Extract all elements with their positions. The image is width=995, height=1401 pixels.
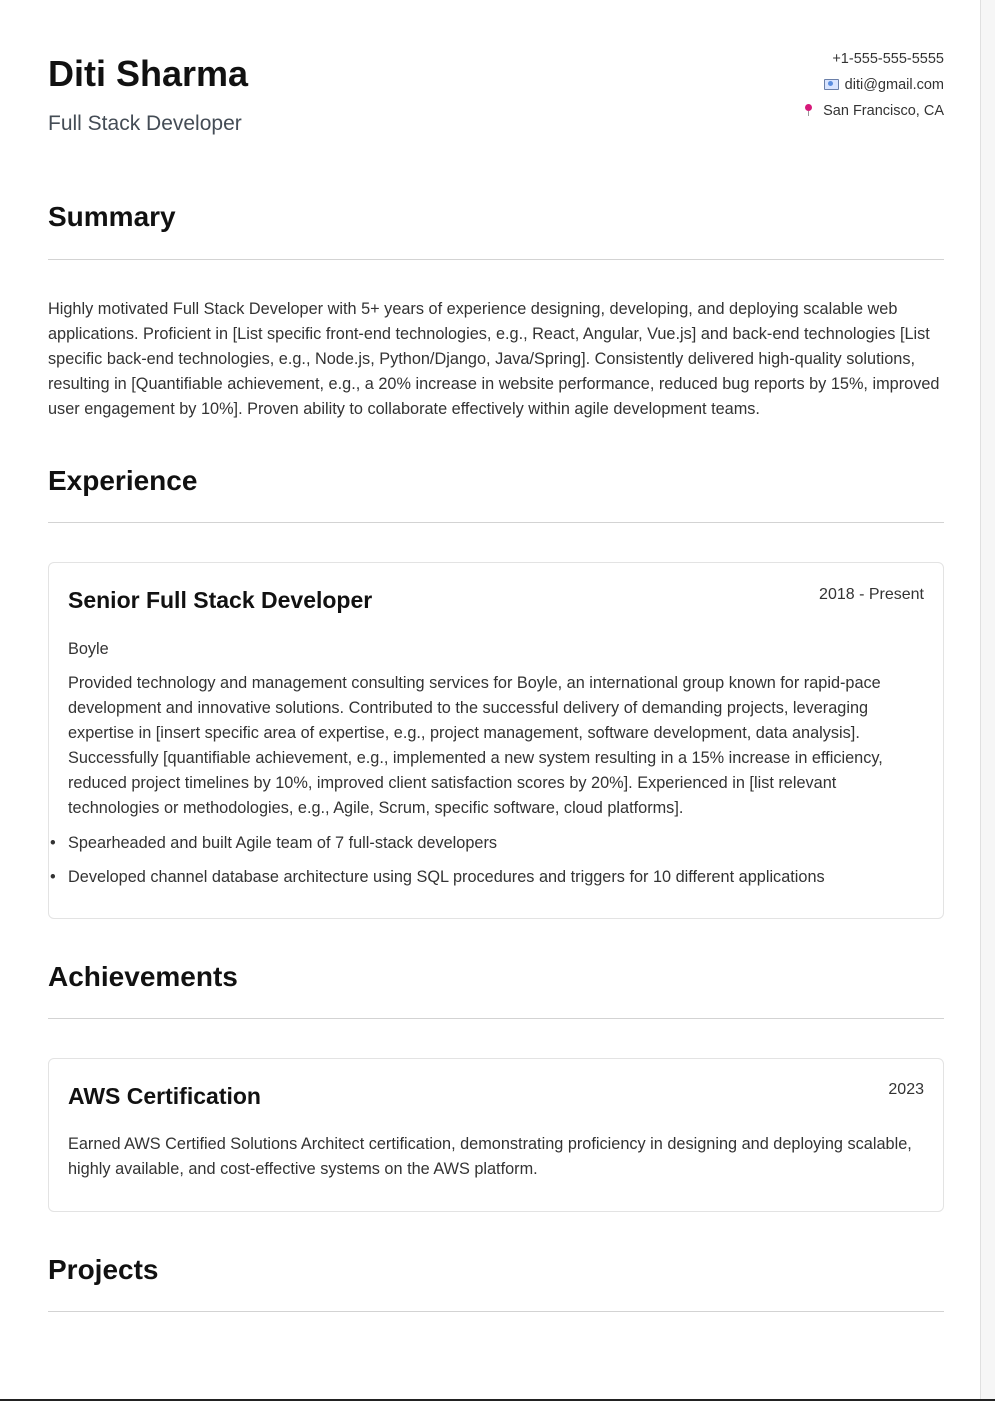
achievement-card: AWS Certification 2023 Earned AWS Certif… [48, 1058, 944, 1212]
achievement-year: 2023 [888, 1081, 924, 1098]
envelope-icon [823, 78, 839, 90]
resume-header: Diti Sharma Full Stack Developer +1-555-… [48, 50, 944, 150]
summary-text: Highly motivated Full Stack Developer wi… [48, 300, 940, 418]
candidate-title: Full Stack Developer [48, 112, 242, 135]
contact-info: +1-555-555-5555 diti@gmail.com San Franc… [805, 46, 944, 124]
phone-text: +1-555-555-5555 [832, 51, 944, 67]
achievement-description: Earned AWS Certified Solutions Architect… [68, 1135, 912, 1178]
map-pin-icon [805, 103, 813, 116]
achievements-heading: Achievements [48, 961, 238, 992]
achievement-title: AWS Certification [68, 1083, 261, 1109]
projects-divider [48, 1311, 944, 1312]
projects-heading: Projects [48, 1254, 159, 1285]
list-item: Developed channel database architecture … [50, 869, 928, 903]
experience-card: Senior Full Stack Developer 2018 - Prese… [48, 562, 944, 919]
candidate-name: Diti Sharma [48, 53, 249, 94]
email-text[interactable]: diti@gmail.com [845, 77, 944, 93]
experience-heading: Experience [48, 465, 198, 496]
summary-heading: Summary [48, 201, 176, 232]
contact-email[interactable]: diti@gmail.com [805, 72, 944, 98]
contact-location: San Francisco, CA [805, 98, 944, 124]
achievements-divider [48, 1018, 944, 1019]
company-name: Boyle [68, 640, 109, 658]
job-description: Provided technology and management consu… [68, 674, 883, 817]
summary-divider [48, 259, 944, 260]
location-text: San Francisco, CA [823, 103, 944, 119]
list-item: Spearheaded and built Agile team of 7 fu… [50, 835, 928, 869]
job-title: Senior Full Stack Developer [68, 587, 373, 613]
experience-divider [48, 522, 944, 523]
contact-phone: +1-555-555-5555 [805, 46, 944, 72]
job-dates: 2018 - Present [819, 586, 924, 603]
job-bullets: Spearheaded and built Agile team of 7 fu… [50, 835, 928, 903]
page-scroll-edge [980, 0, 995, 1401]
